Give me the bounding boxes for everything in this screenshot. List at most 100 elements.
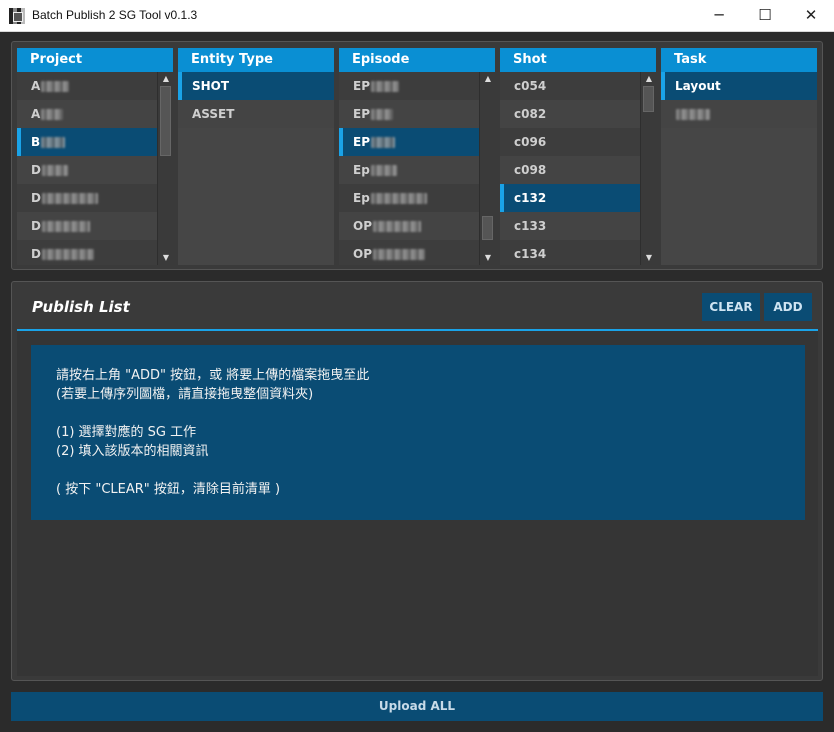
list-item-label: OP [353,247,372,261]
project-list-item[interactable]: A [17,72,173,100]
episode-list-item[interactable]: OP [339,240,495,265]
project-header: Project [17,48,173,72]
episode-list: EP EP EP Ep Ep OP OP ▲ ▼ [339,72,495,265]
publish-list-title: Publish List [32,298,130,316]
project-list-item[interactable]: D [17,156,173,184]
scroll-down-arrow-icon[interactable]: ▼ [641,251,656,265]
list-item-label: EP [353,79,370,93]
upload-all-button[interactable]: Upload ALL [11,692,823,721]
project-list-item[interactable]: A [17,100,173,128]
episode-list-item[interactable]: Ep [339,156,495,184]
episode-list-item[interactable]: OP [339,212,495,240]
entity-type-column: Entity Type SHOT ASSET [178,48,334,265]
entity-type-list-item[interactable]: ASSET [178,100,334,128]
scroll-up-arrow-icon[interactable]: ▲ [158,72,173,86]
project-list-item[interactable]: B [17,128,173,156]
redacted-text [41,221,90,232]
task-list-item[interactable]: Layout [661,72,817,100]
list-item-label: D [31,219,41,233]
instruction-line [56,404,805,423]
selection-panel: Project AABDDDD ▲ ▼ Entity Type SHOT ASSE… [11,41,823,270]
instruction-line: (1) 選擇對應的 SG 工作 [56,425,197,440]
list-item-label: Ep [353,163,370,177]
list-item-label: EP [353,107,370,121]
redacted-text [370,165,397,176]
shot-list-item[interactable]: c054 [500,72,656,100]
list-item-label: c098 [514,163,547,177]
maximize-button[interactable]: ☐ [742,0,788,32]
list-item-label: c134 [514,247,547,261]
redacted-text [41,109,64,120]
shot-list-item[interactable]: c134 [500,240,656,265]
redacted-text [371,109,393,120]
shot-list-item[interactable]: c133 [500,212,656,240]
entity-type-header: Entity Type [178,48,334,72]
publish-panel: Publish List CLEAR ADD 請按右上角 "ADD" 按鈕，或 … [11,281,823,681]
list-item-label: c132 [514,191,547,205]
redacted-text [41,193,98,204]
episode-scrollbar[interactable]: ▲ ▼ [479,72,495,265]
list-item-label: EP [353,135,370,149]
shot-list-item[interactable]: c098 [500,156,656,184]
shot-list-item[interactable]: c082 [500,100,656,128]
list-item-label: Layout [675,79,721,93]
list-item-label: c082 [514,107,547,121]
scroll-up-arrow-icon[interactable]: ▲ [641,72,656,86]
episode-column: Episode EP EP EP Ep Ep OP OP ▲ ▼ [339,48,495,265]
episode-list-item[interactable]: EP [339,100,495,128]
scroll-thumb[interactable] [643,86,654,112]
instructions-box: 請按右上角 "ADD" 按鈕，或 將要上傳的檔案拖曳至此 (若要上傳序列圖檔，請… [31,345,805,520]
shot-header: Shot [500,48,656,72]
shot-list-item[interactable]: c096 [500,128,656,156]
episode-list-item[interactable]: EP [339,128,495,156]
title-bar: Batch Publish 2 SG Tool v0.1.3 ─ ☐ ✕ [0,0,834,32]
project-column: Project AABDDDD ▲ ▼ [17,48,173,265]
list-item-label: B [31,135,41,149]
redacted-text [373,221,421,232]
project-list-item[interactable]: D [17,212,173,240]
redacted-text [371,137,395,148]
list-item-label: D [31,247,41,261]
project-list-item[interactable]: D [17,184,173,212]
redacted-text [41,81,70,92]
list-item-label: c096 [514,135,547,149]
list-item-label: c054 [514,79,547,93]
scroll-down-arrow-icon[interactable]: ▼ [158,251,173,265]
scroll-thumb[interactable] [160,86,171,156]
list-item-label: SHOT [192,79,230,93]
project-list: AABDDDD ▲ ▼ [17,72,173,265]
project-scrollbar[interactable]: ▲ ▼ [157,72,173,265]
list-item-label: c133 [514,219,547,233]
entity-type-list: SHOT ASSET [178,72,334,265]
minimize-button[interactable]: ─ [696,0,742,32]
redacted-text [41,137,66,148]
window-title: Batch Publish 2 SG Tool v0.1.3 [32,8,198,22]
task-column: Task Layout [661,48,817,265]
task-list-item[interactable] [661,100,817,128]
shot-column: Shot c054 c082 c096 c098 c132 c133 c134 ▲ ▼ [500,48,656,265]
list-item-label: ASSET [192,107,235,121]
redacted-text [373,249,425,260]
task-header: Task [661,48,817,72]
shot-scrollbar[interactable]: ▲ ▼ [640,72,656,265]
scroll-down-arrow-icon[interactable]: ▼ [480,251,495,265]
list-item-label: A [31,79,41,93]
redacted-text [371,81,399,92]
list-item-label: OP [353,219,372,233]
instruction-line [56,461,805,480]
project-list-item[interactable]: D [17,240,173,265]
instruction-line: (2) 填入該版本的相關資訊 [56,444,209,459]
episode-list-item[interactable]: Ep [339,184,495,212]
shot-list-item[interactable]: c132 [500,184,656,212]
publish-drop-area[interactable]: 請按右上角 "ADD" 按鈕，或 將要上傳的檔案拖曳至此 (若要上傳序列圖檔，請… [17,331,818,676]
entity-type-list-item[interactable]: SHOT [178,72,334,100]
scroll-thumb[interactable] [482,216,493,240]
close-button[interactable]: ✕ [788,0,834,32]
add-button[interactable]: ADD [764,293,812,321]
scroll-up-arrow-icon[interactable]: ▲ [480,72,495,86]
shot-list: c054 c082 c096 c098 c132 c133 c134 ▲ ▼ [500,72,656,265]
clear-button[interactable]: CLEAR [702,293,760,321]
episode-list-item[interactable]: EP [339,72,495,100]
app-icon [9,8,25,24]
task-list: Layout [661,72,817,265]
